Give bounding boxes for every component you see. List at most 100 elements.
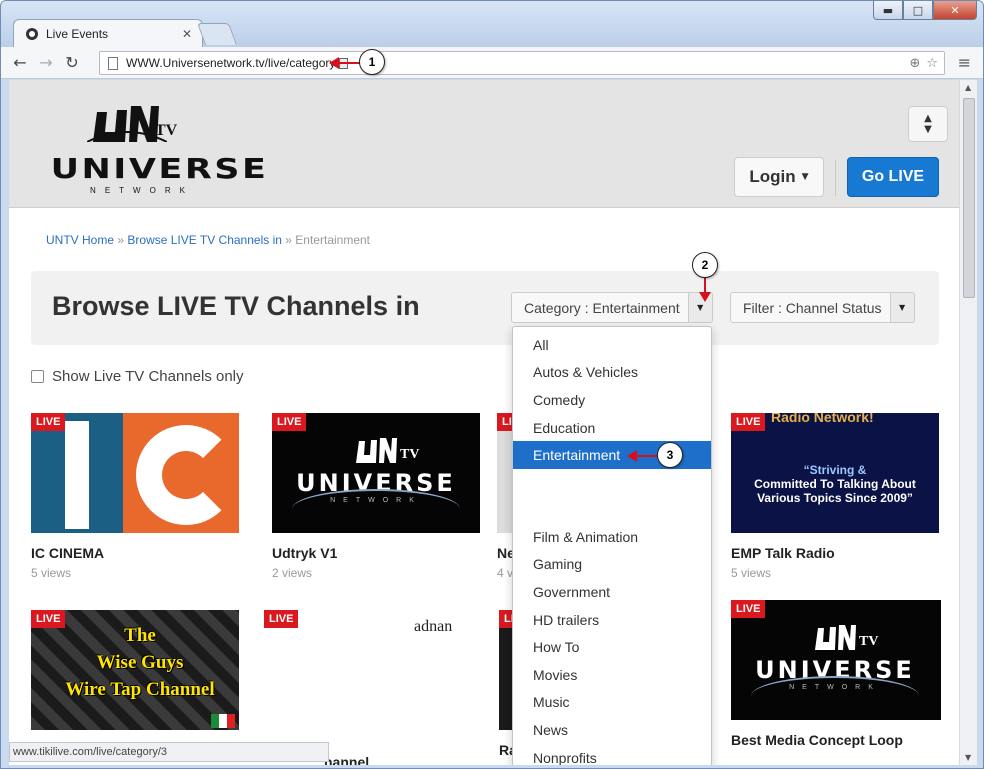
flag-icon [211,714,235,728]
channel-title[interactable]: EMP Talk Radio [731,545,943,561]
back-arrow-icon[interactable]: ← [7,53,33,72]
category-option[interactable]: Comedy [513,386,711,414]
category-option[interactable]: Movies [513,661,711,689]
callout-arrowhead-2 [699,292,711,302]
channel-thumbnail[interactable]: LIVE TV UNIVERSE NETWORK [272,413,480,533]
filter-caret-button[interactable]: ▼ [890,292,915,323]
channel-views: 5 views [731,566,772,580]
title-bar: ▬ □ ✕ Live Events ✕ [1,1,983,47]
channel-thumbnail[interactable]: LIVE Radio Network! “Striving & Committe… [731,413,939,533]
category-option[interactable]: Gaming [513,551,711,579]
caret-down-icon: ▼ [801,172,809,182]
thumb-line: Wise Guys [96,652,184,673]
channel-thumbnail[interactable]: LIVE adnan [264,610,472,730]
callout-arrowhead-1 [329,57,339,69]
channel-title[interactable]: Best Media Concept Loop [731,732,943,748]
url-text: WWW.Universenetwork.tv/live/category [126,56,336,70]
page-viewport: TV UNIVERSE NETWORK ▲ ▼ Login ▼ Go LIVE U… [9,80,959,765]
close-window-button[interactable]: ✕ [933,1,977,20]
channel-views: 2 views [272,566,313,580]
channel-card[interactable]: LIVE adnan nannel [264,610,476,765]
reload-icon[interactable]: ↻ [59,53,85,72]
channel-thumbnail[interactable]: LIVE [31,413,239,533]
tab-title: Live Events [46,26,109,41]
live-badge: LIVE [31,610,66,628]
filter-button[interactable]: Filter : Channel Status [730,292,891,323]
universe-logo-icon [356,438,397,463]
category-option[interactable]: Education [513,414,711,442]
vertical-scrollbar[interactable]: ▲ ▼ [959,80,977,765]
forward-arrow-icon[interactable]: → [33,53,59,72]
scroll-thumb[interactable] [963,98,975,298]
thumb-quote: “Striving & Committed To Talking About V… [731,463,939,505]
category-dropdown[interactable]: Category : Entertainment ▼ [511,292,713,323]
breadcrumb-browse-link[interactable]: Browse LIVE TV Channels in [127,233,282,247]
category-option[interactable]: Music [513,689,711,717]
menu-gap [513,469,711,523]
channel-thumbnail[interactable]: LIVE TV UNIVERSE NETWORK [731,600,941,720]
channel-card[interactable]: LIVE IC CINEMA 5 views [31,413,243,580]
thumb-tv: TV [400,447,420,462]
live-badge: LIVE [731,600,766,618]
logo-text: UNIVERSE [50,152,269,185]
caret-down-icon: ▼ [898,303,906,312]
category-option[interactable]: All [513,331,711,359]
breadcrumb-home-link[interactable]: UNTV Home [46,233,114,247]
logo-tv: TV [155,122,178,139]
channel-card[interactable]: LIVE TV UNIVERSE NETWORK Best Media Conc… [731,600,943,748]
login-button[interactable]: Login ▼ [734,157,824,197]
show-live-filter[interactable]: Show Live TV Channels only [31,368,244,385]
channel-card[interactable]: LIVE The Wise Guys Wire Tap Channel [31,610,243,730]
channel-thumbnail[interactable]: LIVE The Wise Guys Wire Tap Channel [31,610,239,730]
scroll-up-icon[interactable]: ▲ [965,83,971,92]
filter-dropdown[interactable]: Filter : Channel Status ▼ [730,292,915,323]
channel-card[interactable]: LIVE TV UNIVERSE NETWORK Udtryk V1 2 vie… [272,413,484,580]
live-badge: LIVE [264,610,299,628]
quote-line: Committed To Talking About [754,477,916,491]
channel-card[interactable]: LIVE Radio Network! “Striving & Committe… [731,413,943,580]
status-bar: www.tikilive.com/live/category/3 [9,742,329,762]
tab-close-icon[interactable]: ✕ [182,27,192,41]
thumb-line: Wire Tap Channel [65,679,215,700]
category-option[interactable]: Film & Animation [513,523,711,551]
thumb-tv: TV [859,634,879,649]
nav-toggle-button[interactable]: ▲ ▼ [908,106,948,142]
callout-3: 3 [657,442,683,468]
site-header: TV UNIVERSE NETWORK ▲ ▼ Login ▼ Go LIVE [9,80,959,208]
bookmark-star-icon[interactable]: ☆ [926,56,938,71]
channel-views: 5 views [31,566,72,580]
thumb-text: The Wise Guys Wire Tap Channel [55,622,225,703]
maximize-button[interactable]: □ [903,1,933,20]
browser-window: ▬ □ ✕ Live Events ✕ ← → ↻ WWW.Universene… [0,0,984,769]
address-bar[interactable]: WWW.Universenetwork.tv/live/category ⊕ ☆ [99,51,945,75]
category-button[interactable]: Category : Entertainment [511,292,689,323]
show-live-checkbox[interactable] [31,370,44,383]
browser-tab[interactable]: Live Events ✕ [13,19,203,47]
new-tab-button[interactable] [196,23,238,45]
minimize-button[interactable]: ▬ [873,1,903,20]
category-option[interactable]: Government [513,578,711,606]
category-option[interactable]: News [513,716,711,744]
callout-arrow-3 [635,455,659,457]
category-option[interactable]: Autos & Vehicles [513,359,711,387]
channel-title[interactable]: Udtryk V1 [272,545,484,561]
category-option[interactable]: HD trailers [513,606,711,634]
tab-favicon-icon [26,27,38,40]
category-option[interactable]: Nonprofits [513,744,711,765]
universe-logo-icon [815,625,856,650]
live-badge: LIVE [272,413,307,431]
zoom-icon[interactable]: ⊕ [909,56,920,71]
thumb-i-shape [65,421,89,529]
callout-1: 1 [359,49,385,75]
site-logo[interactable]: TV UNIVERSE NETWORK [37,102,266,196]
channel-title[interactable]: IC CINEMA [31,545,243,561]
header-divider [835,160,836,196]
menu-icon[interactable]: ≡ [958,53,971,72]
scroll-down-icon[interactable]: ▼ [965,753,971,762]
category-option[interactable]: How To [513,633,711,661]
go-live-button[interactable]: Go LIVE [847,157,939,197]
thumb-top-text: Radio Network! [771,413,874,425]
breadcrumb: UNTV Home » Browse LIVE TV Channels in »… [46,233,370,247]
browse-panel: Browse LIVE TV Channels in Category : En… [31,271,939,345]
channel-title[interactable]: nannel [324,754,369,765]
